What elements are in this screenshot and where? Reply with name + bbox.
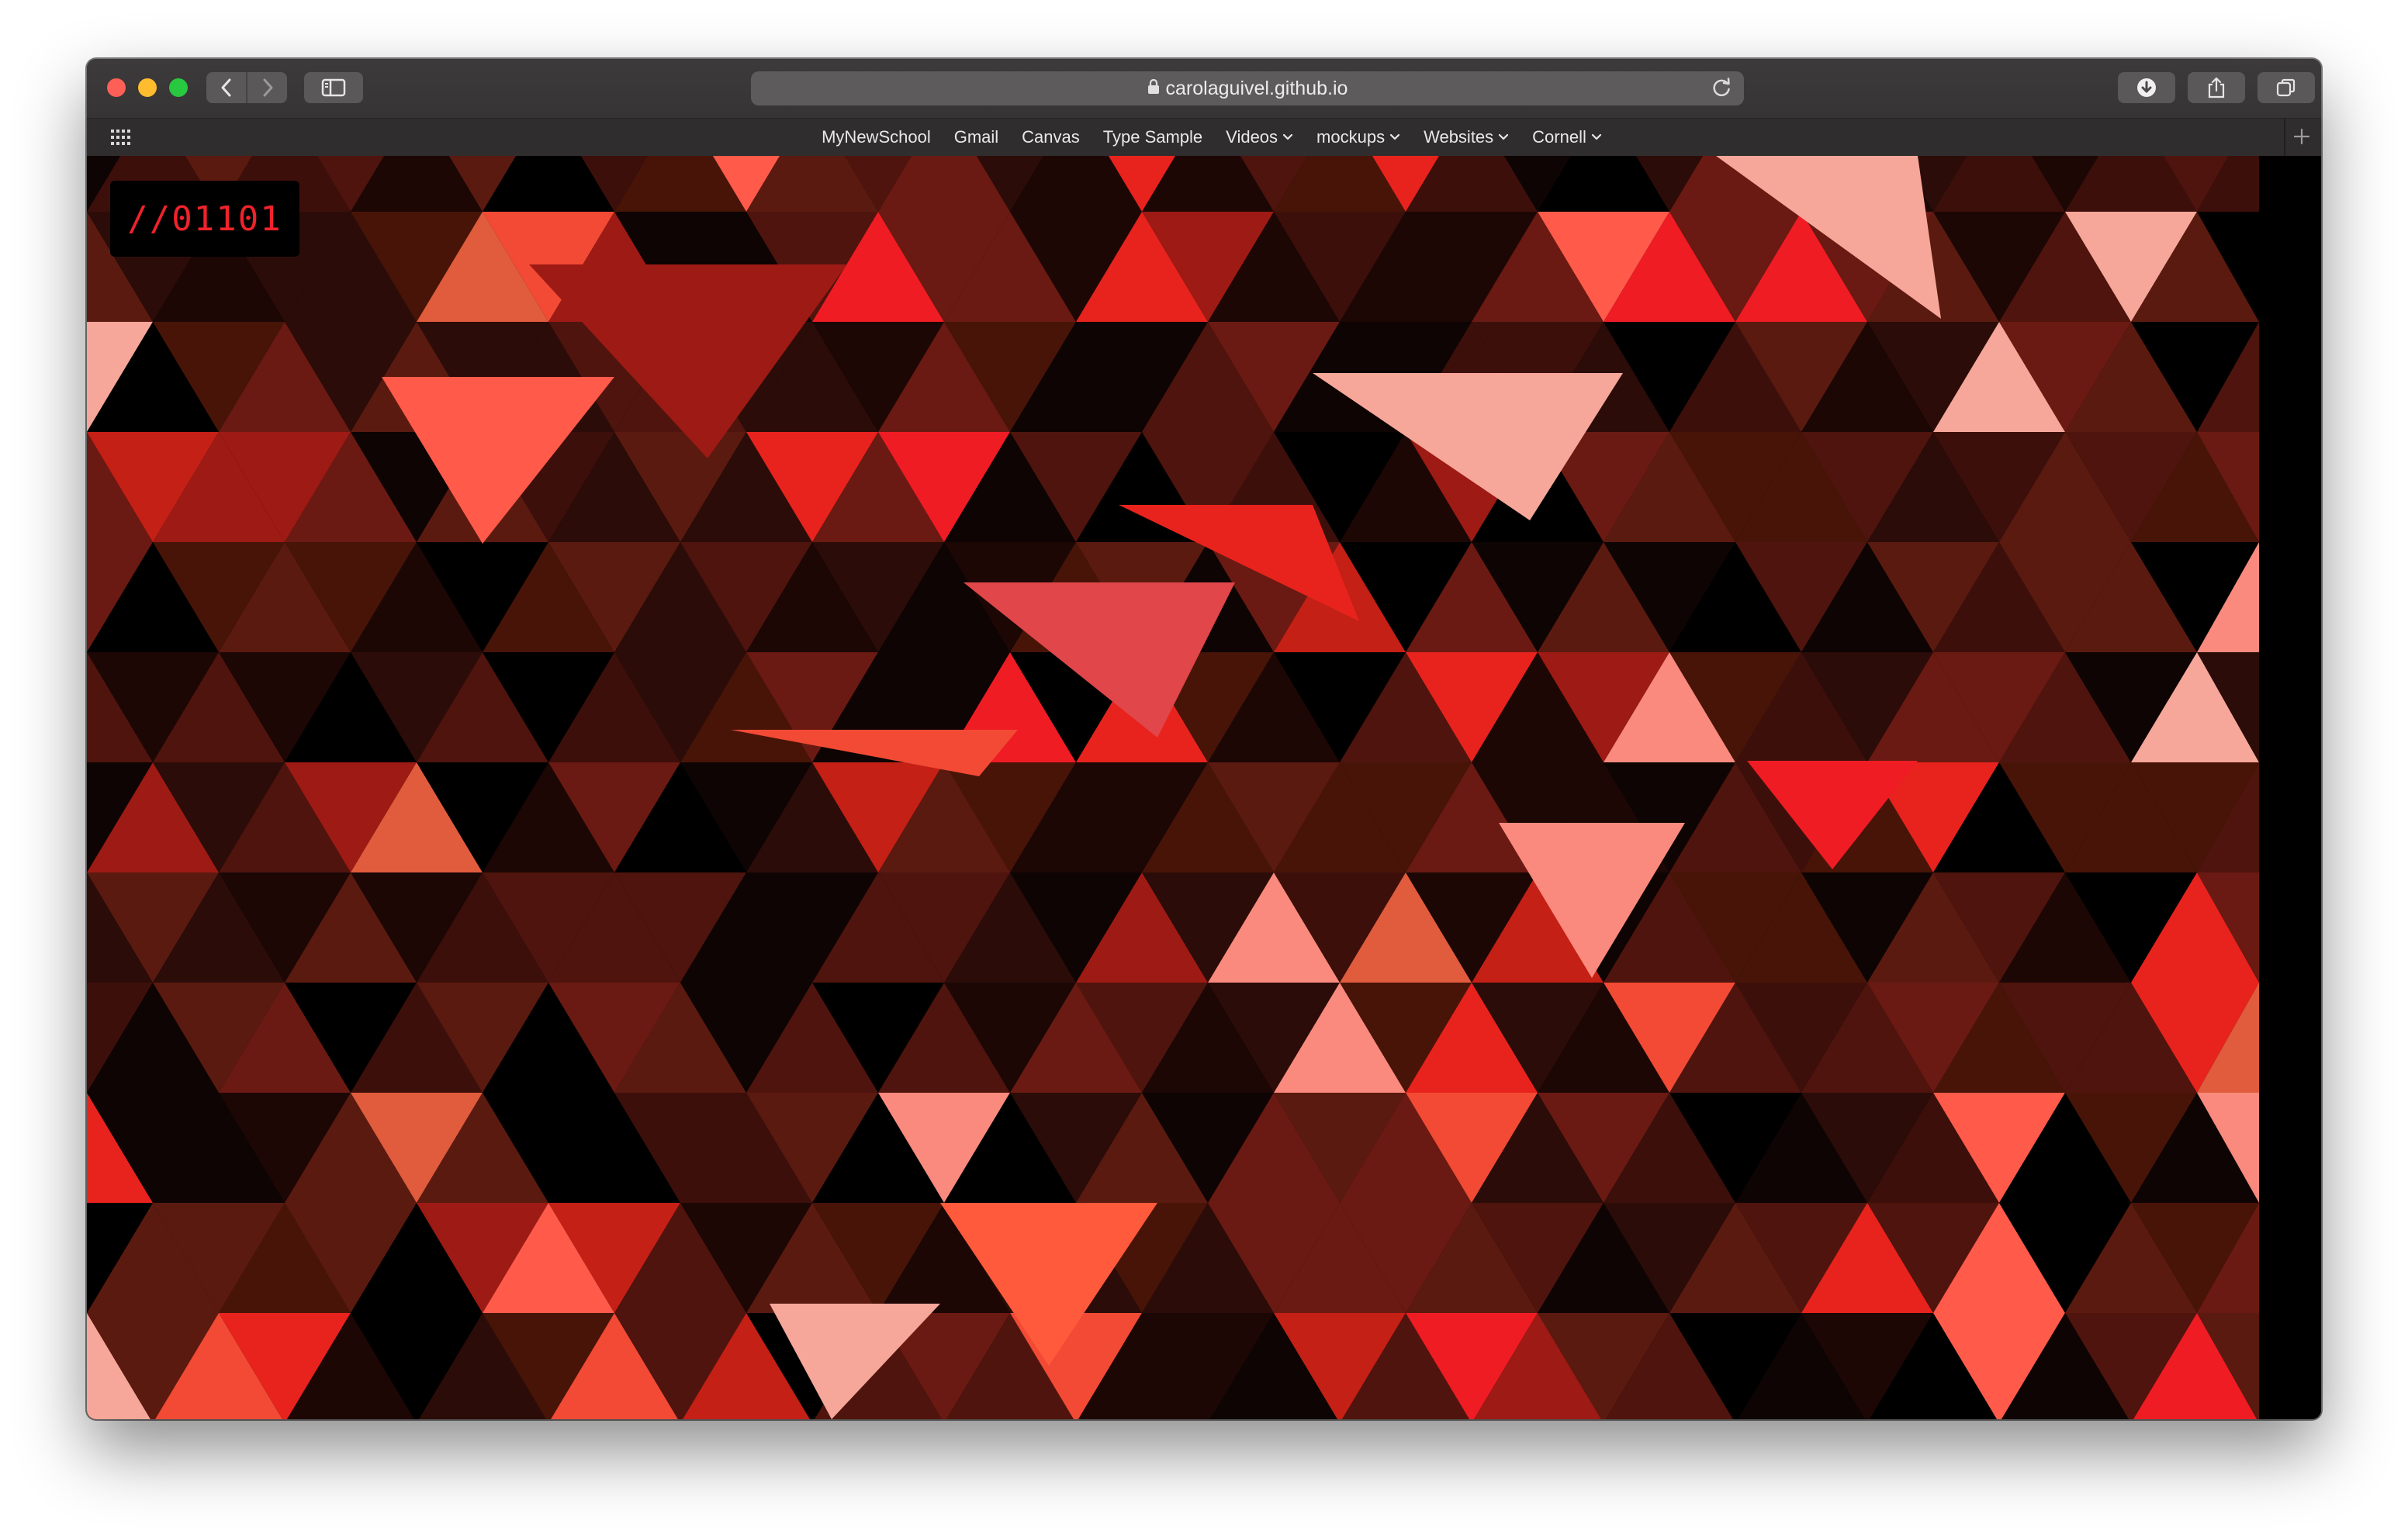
back-button[interactable]	[206, 72, 246, 103]
downloads-button[interactable]	[2118, 72, 2175, 103]
logo-text: //01101	[127, 199, 282, 239]
favorite-label: Canvas	[1022, 127, 1080, 147]
address-text: carolaguivel.github.io	[1165, 77, 1348, 99]
chevron-down-icon	[1389, 133, 1400, 140]
tab-overview-button[interactable]	[2258, 72, 2315, 103]
minimize-window-button[interactable]	[138, 78, 157, 97]
desktop: carolaguivel.github.io MyNewSchool Gmail…	[0, 0, 2408, 1534]
site-logo[interactable]: //01101	[110, 181, 299, 257]
favorite-mynewschool[interactable]: MyNewSchool	[822, 127, 931, 147]
favorite-label: Gmail	[953, 127, 999, 147]
download-icon	[2137, 78, 2156, 97]
favorite-label: Videos	[1226, 127, 1278, 147]
share-button[interactable]	[2188, 72, 2245, 103]
favorite-label: Cornell	[1532, 127, 1586, 147]
chevron-right-icon	[263, 78, 272, 97]
favorite-folder-mockups[interactable]: mockups	[1316, 127, 1400, 147]
triangle-pattern-artwork	[87, 156, 2259, 1419]
lock-icon	[1147, 78, 1160, 100]
chevron-left-icon	[221, 78, 230, 97]
sidebar-icon	[321, 78, 346, 97]
favorite-folder-websites[interactable]: Websites	[1424, 127, 1509, 147]
favorite-type-sample[interactable]: Type Sample	[1103, 127, 1202, 147]
reload-icon[interactable]	[1710, 76, 1733, 105]
sidebar-toggle-button[interactable]	[304, 72, 363, 103]
address-bar[interactable]: carolaguivel.github.io	[751, 71, 1744, 105]
chevron-down-icon	[1282, 133, 1293, 140]
close-window-button[interactable]	[107, 78, 126, 97]
browser-window: carolaguivel.github.io MyNewSchool Gmail…	[87, 59, 2321, 1419]
navigation-buttons	[206, 72, 287, 103]
favorite-folder-videos[interactable]: Videos	[1226, 127, 1293, 147]
favorites-list: MyNewSchool Gmail Canvas Type Sample Vid…	[87, 119, 2321, 156]
divider	[2284, 119, 2285, 156]
triangle-grid	[87, 156, 2259, 1419]
browser-toolbar: carolaguivel.github.io	[87, 59, 2321, 118]
chevron-down-icon	[1499, 133, 1509, 140]
favorite-label: MyNewSchool	[822, 127, 931, 147]
favorite-label: Type Sample	[1102, 127, 1203, 147]
zoom-window-button[interactable]	[169, 78, 188, 97]
favorite-canvas[interactable]: Canvas	[1022, 127, 1080, 147]
favorites-bar: MyNewSchool Gmail Canvas Type Sample Vid…	[87, 118, 2321, 157]
tab-overview-icon	[2276, 78, 2296, 97]
favorite-gmail[interactable]: Gmail	[954, 127, 998, 147]
chevron-down-icon	[1591, 133, 1601, 140]
forward-button[interactable]	[246, 72, 287, 103]
favorite-label: Websites	[1424, 127, 1494, 147]
share-icon	[2208, 77, 2225, 98]
plus-icon[interactable]	[2292, 126, 2312, 150]
favorite-label: mockups	[1316, 127, 1386, 147]
web-content: //01101	[87, 156, 2321, 1419]
favorite-folder-cornell[interactable]: Cornell	[1532, 127, 1602, 147]
